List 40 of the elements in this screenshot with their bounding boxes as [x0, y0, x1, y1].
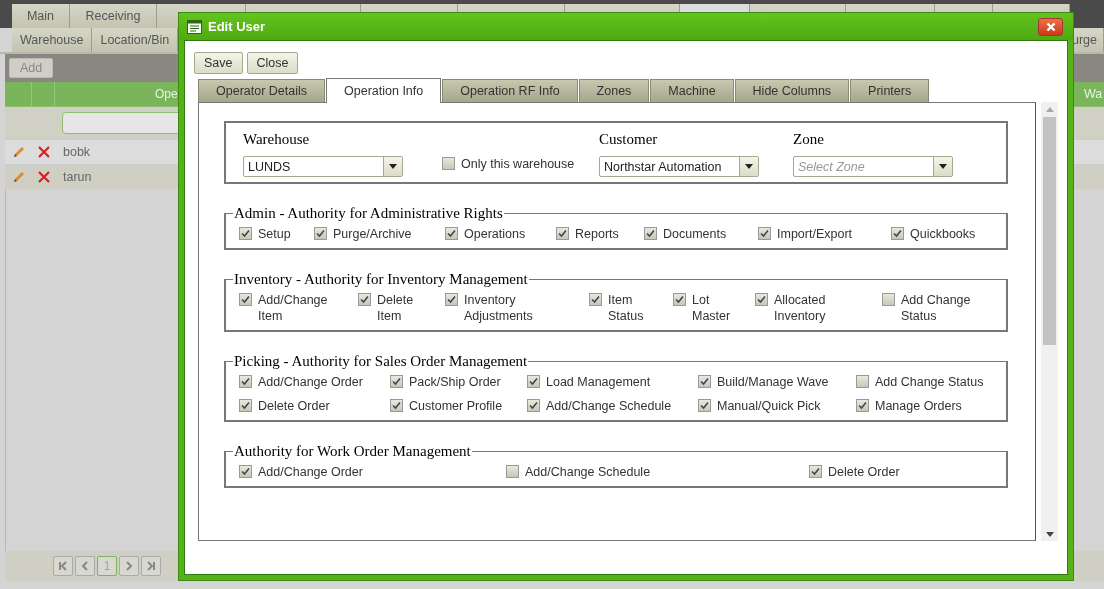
checkbox-label: Load Management — [546, 374, 651, 390]
checkbox-label: Customer Profile — [409, 398, 503, 414]
group-title: Picking - Authority for Sales Order Management — [233, 353, 529, 370]
checkbox-label: Delete Item — [377, 292, 415, 324]
checkbox-label: Delete Order — [828, 464, 900, 480]
checkbox-label: Documents — [663, 226, 727, 242]
group-title: Authority for Work Order Management — [233, 443, 472, 460]
checkbox-label: Delete Order — [258, 398, 330, 414]
checkbox-label: Pack/Ship Order — [409, 374, 501, 390]
checkbox-label: Add/Change Order — [258, 374, 363, 390]
checkbox-label: Add Change Status — [901, 292, 972, 324]
checkbox-label: Import/Export — [777, 226, 853, 242]
checkbox-label: Manage Orders — [875, 398, 962, 414]
field-label: Warehouse — [243, 131, 311, 149]
checkbox-label: Add Change Status — [875, 374, 984, 390]
window-title: Edit User — [208, 19, 266, 34]
checkbox-label: Build/Manage Wave — [717, 374, 829, 390]
checkbox-label: Add/Change Item — [258, 292, 329, 324]
checkbox-label: Setup — [258, 226, 291, 242]
checkbox-label: Add/Change Schedule — [525, 464, 651, 480]
checkbox-label: Add/Change Schedule — [546, 398, 672, 414]
table-cell-text: bobk — [62, 145, 91, 159]
checkbox-label: Operations — [464, 226, 526, 242]
column-header: Ope — [155, 87, 178, 101]
checkbox-label: Reports — [575, 226, 619, 242]
checkbox-label: Add/Change Order — [258, 464, 363, 480]
column-header: Wa — [1084, 87, 1103, 101]
checkbox-label: Inventory Adjustments — [464, 292, 534, 324]
checkbox-label: Quickbooks — [910, 226, 976, 242]
checkbox-label: Manual/Quick Pick — [717, 398, 821, 414]
checkbox-label: Purge/Archive — [333, 226, 412, 242]
checkbox-label: Item Status — [608, 292, 645, 324]
group-title: Inventory - Authority for Inventory Management — [233, 271, 529, 288]
checkbox-label: Allocated Inventory — [774, 292, 827, 324]
checkbox-label: Lot Master — [692, 292, 732, 324]
checkbox-label: Only this warehouse — [461, 156, 575, 172]
field-label: Zone — [793, 131, 825, 149]
field-label: Customer — [599, 131, 659, 149]
table-cell-text: tarun — [62, 170, 92, 184]
group-title: Admin - Authority for Administrative Rights — [233, 205, 504, 222]
